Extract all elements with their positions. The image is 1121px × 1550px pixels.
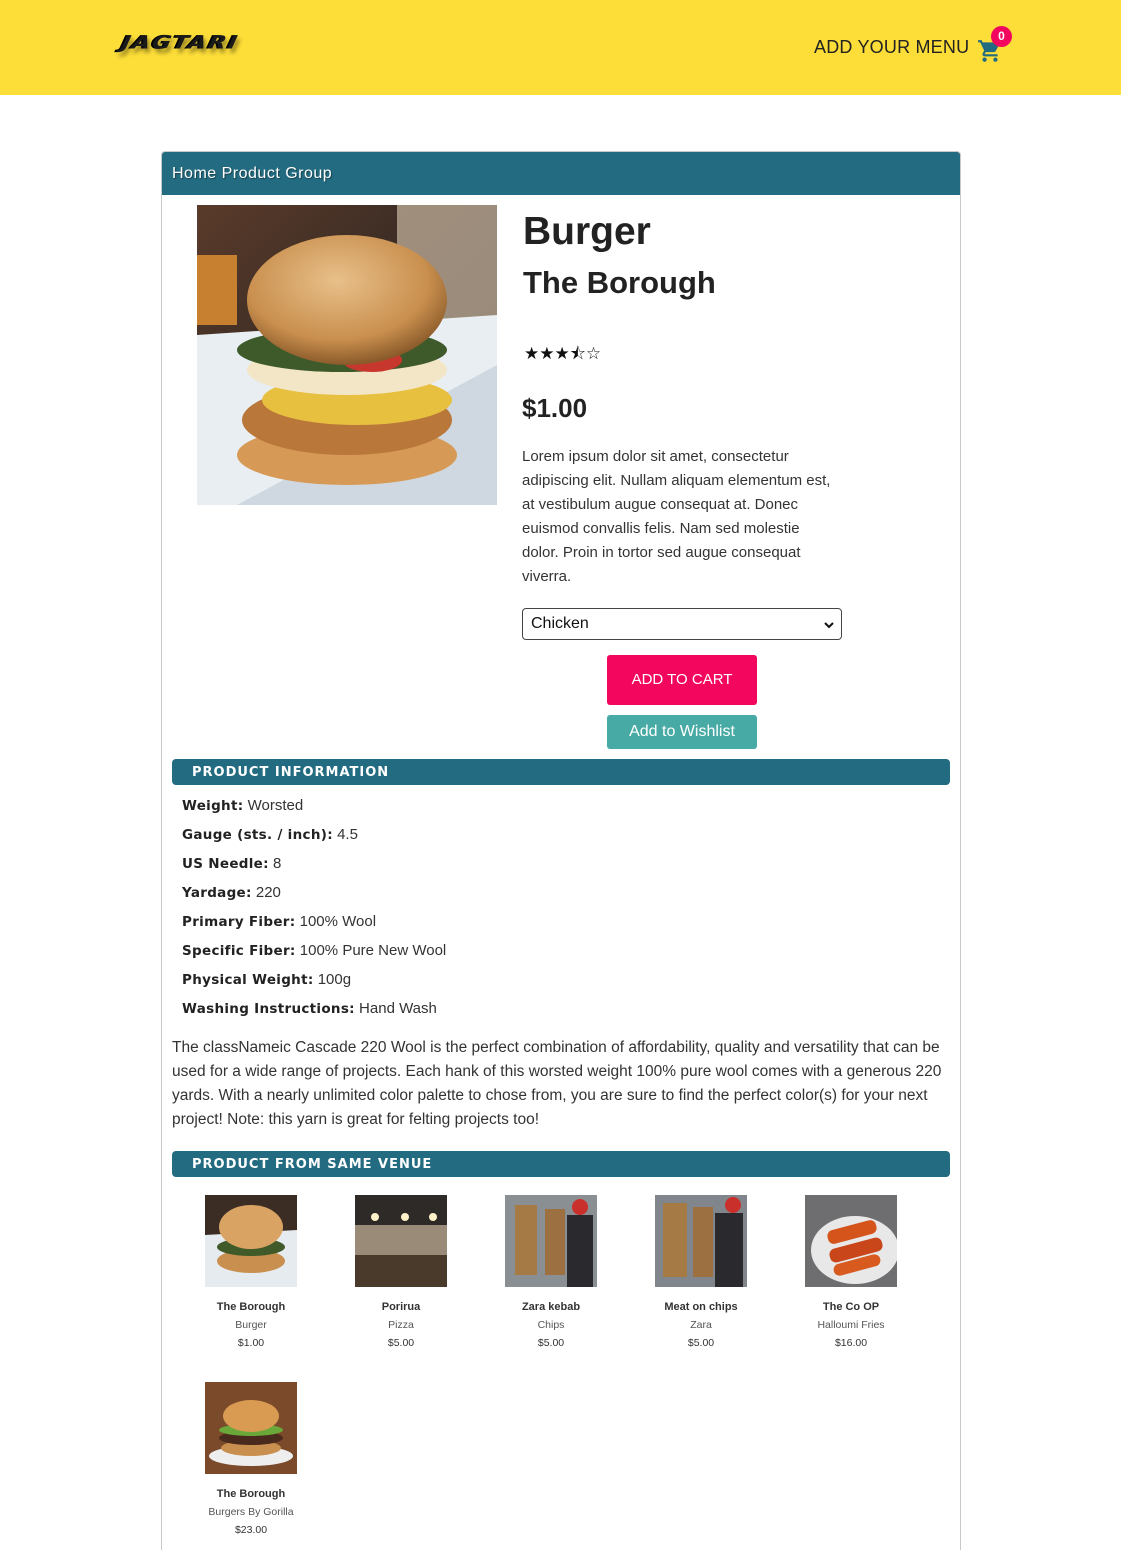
- venue-product-name: Zara kebab: [521, 1301, 581, 1313]
- spec-row: Weight: Worsted: [182, 797, 303, 814]
- spec-label: US Needle:: [182, 856, 269, 872]
- product-name: The Borough: [523, 265, 716, 300]
- product-information-heading: PRODUCT INFORMATION: [172, 759, 950, 785]
- option-select[interactable]: Chicken: [522, 608, 842, 640]
- venue-product-price: $16.00: [834, 1337, 868, 1349]
- rating-stars: ★★★⯪☆: [524, 344, 602, 363]
- venue-product-card[interactable]: Meat on chips Zara $5.00: [626, 1195, 776, 1349]
- spec-label: Weight:: [182, 798, 244, 814]
- venue-product-name: Porirua: [381, 1301, 421, 1313]
- venue-product-thumbnail[interactable]: [805, 1195, 897, 1287]
- product-description: Lorem ipsum dolor sit amet, consectetur …: [522, 448, 831, 585]
- add-your-menu-link[interactable]: ADD YOUR MENU: [814, 37, 969, 58]
- spec-label: Gauge (sts. / inch):: [182, 827, 333, 843]
- same-venue-heading: PRODUCT FROM SAME VENUE: [172, 1151, 950, 1177]
- venue-product-category: Zara: [690, 1319, 712, 1331]
- venue-product-name: The Borough: [216, 1488, 286, 1500]
- venue-product-card[interactable]: The Borough Burger $1.00: [176, 1195, 326, 1349]
- venue-product-name: The Co OP: [822, 1301, 880, 1313]
- spec-value: Hand Wash: [359, 1000, 437, 1017]
- product-price: $1.00: [522, 393, 588, 423]
- venue-product-price: $5.00: [387, 1337, 415, 1349]
- venue-product-name: The Borough: [216, 1301, 286, 1313]
- spec-row: US Needle: 8: [182, 855, 281, 872]
- spec-value: 100% Pure New Wool: [299, 942, 447, 959]
- cart-count-badge: 0: [991, 26, 1012, 47]
- venue-product-card[interactable]: The Borough Burgers By Gorilla $23.00: [176, 1382, 326, 1536]
- venue-product-price: $1.00: [237, 1337, 265, 1349]
- spec-value: 100g: [317, 971, 352, 988]
- venue-product-thumbnail[interactable]: [505, 1195, 597, 1287]
- venue-product-category: Halloumi Fries: [817, 1319, 885, 1331]
- spec-row: Physical Weight: 100g: [182, 971, 351, 988]
- spec-value: 220: [255, 884, 281, 901]
- spec-value: 100% Wool: [299, 913, 377, 930]
- spec-label: Washing Instructions:: [182, 1001, 355, 1017]
- venue-product-price: $5.00: [687, 1337, 715, 1349]
- venue-product-category: Chips: [537, 1319, 565, 1331]
- venue-product-thumbnail[interactable]: [205, 1382, 297, 1474]
- spec-row: Yardage: 220: [182, 884, 281, 901]
- spec-label: Primary Fiber:: [182, 914, 296, 930]
- venue-product-card[interactable]: The Co OP Halloumi Fries $16.00: [776, 1195, 926, 1349]
- spec-value: 4.5: [337, 826, 358, 843]
- venue-product-card[interactable]: Porirua Pizza $5.00: [326, 1195, 476, 1349]
- venue-product-thumbnail[interactable]: [355, 1195, 447, 1287]
- spec-label: Yardage:: [182, 885, 252, 901]
- product-long-description: The classNameic Cascade 220 Wool is the …: [172, 1039, 942, 1128]
- spec-value: Worsted: [247, 797, 304, 814]
- spec-label: Specific Fiber:: [182, 943, 296, 959]
- spec-row: Washing Instructions: Hand Wash: [182, 1000, 437, 1017]
- brand-logo[interactable]: JAGTARI: [120, 33, 241, 54]
- venue-product-card[interactable]: Zara kebab Chips $5.00: [476, 1195, 626, 1349]
- venue-product-price: $5.00: [537, 1337, 565, 1349]
- venue-product-category: Burgers By Gorilla: [208, 1506, 294, 1518]
- spec-row: Primary Fiber: 100% Wool: [182, 913, 376, 930]
- venue-product-thumbnail[interactable]: [205, 1195, 297, 1287]
- venue-product-category: Burger: [235, 1319, 267, 1331]
- product-image: [197, 205, 497, 505]
- option-selected-value: Chicken: [531, 615, 589, 632]
- venue-product-category: Pizza: [388, 1319, 414, 1331]
- add-to-cart-button[interactable]: ADD TO CART: [607, 655, 757, 705]
- venue-product-thumbnail[interactable]: [655, 1195, 747, 1287]
- top-navbar: JAGTARI ADD YOUR MENU 0: [0, 0, 1121, 95]
- venue-product-price: $23.00: [234, 1524, 268, 1536]
- product-category-title: Burger: [523, 210, 651, 253]
- venue-product-name: Meat on chips: [664, 1301, 738, 1313]
- spec-row: Specific Fiber: 100% Pure New Wool: [182, 942, 446, 959]
- spec-value: 8: [273, 855, 282, 872]
- add-to-wishlist-button[interactable]: Add to Wishlist: [607, 715, 757, 749]
- spec-label: Physical Weight:: [182, 972, 314, 988]
- chevron-down-icon: [823, 613, 835, 634]
- breadcrumb: Home Product Group: [162, 152, 960, 195]
- spec-row: Gauge (sts. / inch): 4.5: [182, 826, 358, 843]
